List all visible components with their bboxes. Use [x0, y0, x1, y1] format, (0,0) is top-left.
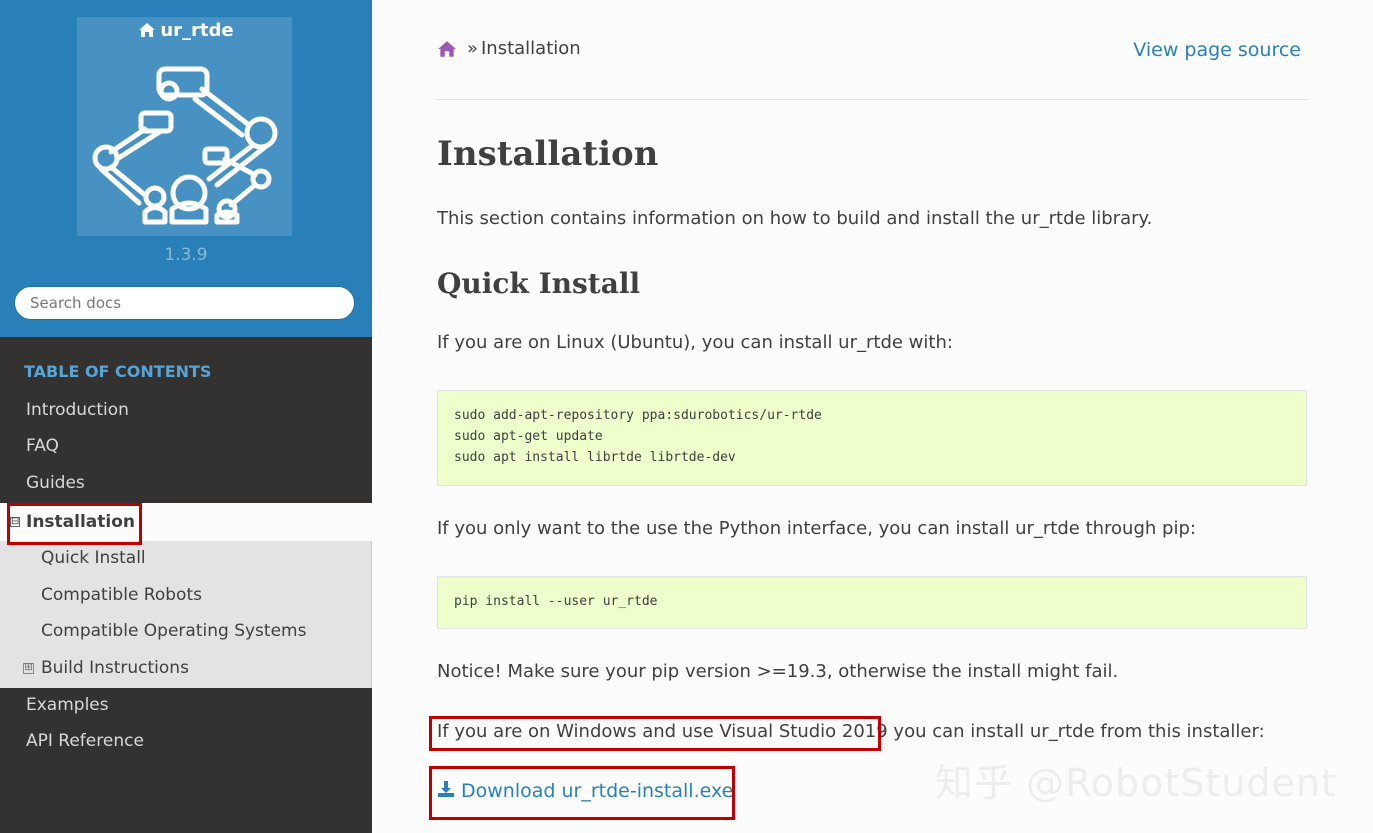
- home-icon: [138, 22, 156, 43]
- sidebar-item-faq[interactable]: FAQ: [0, 436, 372, 456]
- search-input[interactable]: [14, 286, 355, 320]
- breadcrumb-separator: »: [467, 38, 479, 59]
- sidebar-subnav: Quick Install Compatible Robots Compatib…: [0, 541, 372, 688]
- sidebar-item-guides[interactable]: Guides: [0, 473, 372, 493]
- linux-install-text: If you are on Linux (Ubuntu), you can in…: [437, 332, 953, 353]
- windows-text-rest: you can install ur_rtde from this instal…: [887, 721, 1265, 742]
- linux-code-block[interactable]: sudo add-apt-repository ppa:sdurobotics/…: [437, 390, 1307, 486]
- annotation-box-windows-text: [429, 716, 881, 751]
- annotation-box-download-link: [429, 766, 735, 820]
- main-content: » Installation View page source Installa…: [372, 0, 1373, 833]
- sidebar-item-introduction[interactable]: Introduction: [0, 400, 372, 420]
- watermark: 知乎 @RobotStudent: [935, 761, 1337, 805]
- annotation-box-installation: [7, 503, 142, 545]
- pip-install-text: If you only want to the use the Python i…: [437, 518, 1196, 539]
- view-page-source-link[interactable]: View page source: [1133, 39, 1301, 61]
- sidebar-item-examples[interactable]: Examples: [0, 695, 372, 715]
- section-title-quick-install: Quick Install: [437, 267, 641, 300]
- header-divider: [437, 99, 1307, 100]
- sidebar-subitem-compatible-robots[interactable]: Compatible Robots: [41, 585, 202, 605]
- notice-text: Notice! Make sure your pip version >=19.…: [437, 661, 1119, 682]
- sidebar: ur_rtde 1.3.9 TABLE OF CONTENTS Introduc…: [0, 0, 372, 833]
- breadcrumb-home-icon[interactable]: [437, 40, 457, 62]
- project-logo[interactable]: [77, 17, 292, 236]
- project-home-link[interactable]: ur_rtde: [0, 20, 372, 43]
- project-title: ur_rtde: [160, 20, 234, 41]
- pip-code-block[interactable]: pip install --user ur_rtde: [437, 576, 1307, 629]
- breadcrumb-current: Installation: [481, 38, 581, 59]
- sidebar-subitem-compatible-os[interactable]: Compatible Operating Systems: [41, 621, 306, 641]
- expand-toggle-icon[interactable]: ⊞: [23, 663, 34, 674]
- version-label: 1.3.9: [164, 245, 208, 265]
- sidebar-item-api-reference[interactable]: API Reference: [0, 731, 372, 751]
- sidebar-subitem-quick-install[interactable]: Quick Install: [41, 548, 146, 568]
- robot-arm-logo-icon: [92, 66, 278, 225]
- page-title: Installation: [437, 134, 659, 174]
- intro-text: This section contains information on how…: [437, 208, 1153, 229]
- toc-caption: TABLE OF CONTENTS: [24, 362, 212, 381]
- sidebar-header: ur_rtde 1.3.9: [0, 0, 372, 337]
- sidebar-subitem-build-instructions[interactable]: Build Instructions: [41, 658, 189, 678]
